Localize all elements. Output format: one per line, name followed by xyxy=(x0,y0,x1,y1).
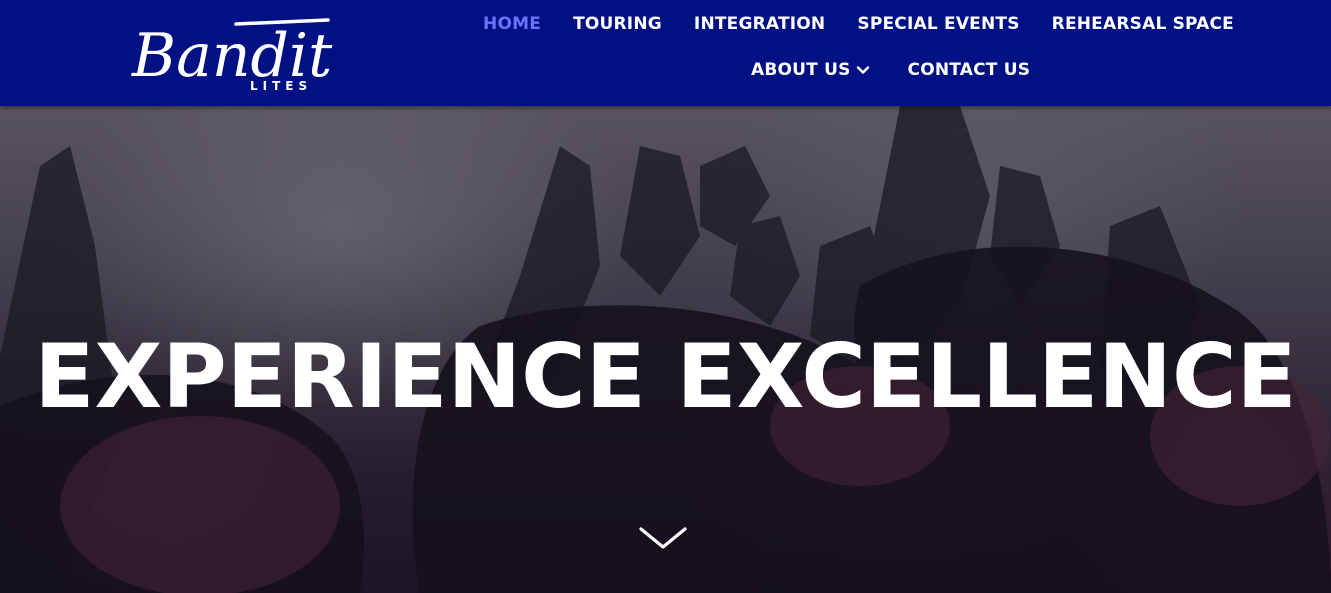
logo-subtext: LITES xyxy=(250,79,312,93)
nav-about-us-label: ABOUT US xyxy=(751,60,851,80)
brand-logo[interactable]: Bandit LITES xyxy=(128,6,333,96)
secondary-nav: ABOUT US CONTACT US xyxy=(751,58,1068,82)
nav-special-events[interactable]: SPECIAL EVENTS xyxy=(857,14,1019,34)
nav-rehearsal-space[interactable]: REHEARSAL SPACE xyxy=(1052,14,1234,34)
hero-section: EXPERIENCE EXCELLENCE xyxy=(0,106,1331,593)
nav-about-us[interactable]: ABOUT US xyxy=(751,60,870,80)
nav-home[interactable]: HOME xyxy=(483,14,541,34)
primary-nav: HOME TOURING INTEGRATION SPECIAL EVENTS … xyxy=(483,12,1234,36)
page: Bandit LITES HOME TOURING INTEGRATION SP… xyxy=(0,0,1331,593)
logo-mark: Bandit LITES xyxy=(131,18,333,93)
site-header: Bandit LITES HOME TOURING INTEGRATION SP… xyxy=(0,0,1331,106)
nav-touring[interactable]: TOURING xyxy=(573,14,662,34)
chevron-down-icon xyxy=(856,66,869,74)
hero-title: EXPERIENCE EXCELLENCE xyxy=(34,324,1297,428)
nav-contact-us[interactable]: CONTACT US xyxy=(908,60,1031,80)
chevron-down-icon[interactable] xyxy=(638,524,688,552)
nav-integration[interactable]: INTEGRATION xyxy=(694,14,825,34)
